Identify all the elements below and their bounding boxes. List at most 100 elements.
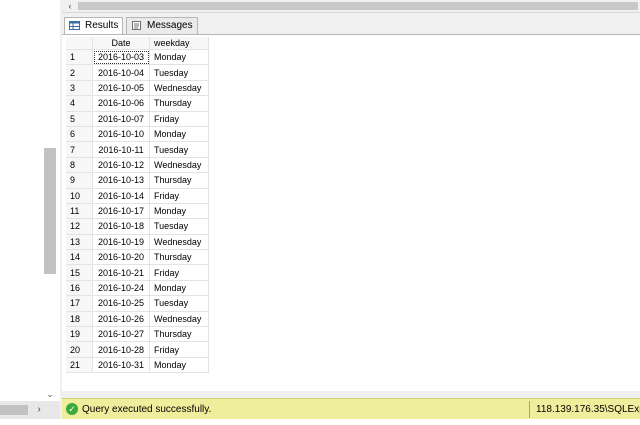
date-cell[interactable]: 2016-10-19 — [92, 234, 150, 251]
table-row[interactable]: 15 2016-10-21 Friday — [66, 264, 209, 281]
date-cell[interactable]: 2016-10-28 — [92, 341, 150, 358]
table-row[interactable]: 12 2016-10-18 Tuesday — [66, 218, 209, 235]
table-row[interactable]: 3 2016-10-05 Wednesday — [66, 80, 209, 97]
row-number[interactable]: 5 — [66, 111, 93, 127]
status-separator — [529, 401, 530, 418]
weekday-cell[interactable]: Monday — [149, 280, 209, 297]
date-cell[interactable]: 2016-10-20 — [92, 249, 150, 266]
weekday-cell[interactable]: Thursday — [149, 172, 209, 189]
row-number[interactable]: 16 — [66, 280, 93, 297]
scroll-left-arrow-icon[interactable]: ‹ — [64, 0, 76, 12]
row-number-header[interactable] — [66, 37, 93, 50]
row-number[interactable]: 18 — [66, 311, 93, 328]
date-cell[interactable]: 2016-10-26 — [92, 311, 150, 328]
table-row[interactable]: 10 2016-10-14 Friday — [66, 188, 209, 204]
weekday-cell[interactable]: Tuesday — [149, 218, 209, 235]
weekday-cell[interactable]: Wednesday — [149, 157, 209, 174]
table-row[interactable]: 11 2016-10-17 Monday — [66, 203, 209, 220]
tab-messages[interactable]: Messages — [126, 17, 198, 34]
date-cell[interactable]: 2016-10-14 — [92, 188, 150, 204]
table-row[interactable]: 6 2016-10-10 Monday — [66, 126, 209, 143]
date-cell[interactable]: 2016-10-17 — [92, 203, 150, 220]
row-number[interactable]: 4 — [66, 95, 93, 112]
weekday-cell[interactable]: Tuesday — [149, 295, 209, 312]
table-row[interactable]: 17 2016-10-25 Tuesday — [66, 295, 209, 312]
weekday-cell[interactable]: Thursday — [149, 249, 209, 266]
row-number[interactable]: 10 — [66, 188, 93, 204]
row-number[interactable]: 6 — [66, 126, 93, 143]
table-row[interactable]: 2 2016-10-04 Tuesday — [66, 64, 209, 81]
weekday-cell[interactable]: Wednesday — [149, 80, 209, 97]
row-number[interactable]: 1 — [66, 49, 93, 66]
tab-results[interactable]: Results — [64, 17, 124, 35]
table-row[interactable]: 16 2016-10-24 Monday — [66, 280, 209, 297]
date-cell[interactable]: 2016-10-06 — [92, 95, 150, 112]
table-row[interactable]: 18 2016-10-26 Wednesday — [66, 311, 209, 328]
weekday-cell[interactable]: Monday — [149, 49, 209, 66]
table-row[interactable]: 4 2016-10-06 Thursday — [66, 95, 209, 112]
row-number[interactable]: 20 — [66, 341, 93, 358]
date-cell[interactable]: 2016-10-13 — [92, 172, 150, 189]
tab-messages-label: Messages — [147, 20, 193, 31]
weekday-cell[interactable]: Wednesday — [149, 311, 209, 328]
column-header-weekday[interactable]: weekday — [149, 37, 209, 50]
row-number[interactable]: 15 — [66, 264, 93, 281]
table-row[interactable]: 1 2016-10-03 Monday — [66, 49, 209, 66]
vertical-scrollbar-thumb[interactable] — [44, 148, 56, 274]
date-cell[interactable]: 2016-10-11 — [92, 141, 150, 158]
date-cell[interactable]: 2016-10-18 — [92, 218, 150, 235]
row-number[interactable]: 3 — [66, 80, 93, 97]
weekday-cell[interactable]: Friday — [149, 264, 209, 281]
top-horizontal-scrollbar[interactable]: ‹ — [62, 0, 640, 13]
row-number[interactable]: 11 — [66, 203, 93, 220]
row-number[interactable]: 17 — [66, 295, 93, 312]
weekday-cell[interactable]: Friday — [149, 188, 209, 204]
table-row[interactable]: 13 2016-10-19 Wednesday — [66, 234, 209, 251]
date-cell[interactable]: 2016-10-04 — [92, 64, 150, 81]
row-number[interactable]: 9 — [66, 172, 93, 189]
row-number[interactable]: 12 — [66, 218, 93, 235]
scroll-down-arrow-icon[interactable]: ⌄ — [44, 388, 56, 400]
row-number[interactable]: 21 — [66, 357, 93, 374]
date-cell[interactable]: 2016-10-03 — [92, 49, 150, 66]
weekday-cell[interactable]: Thursday — [149, 326, 209, 343]
column-header-date[interactable]: Date — [92, 37, 150, 50]
check-circle-icon: ✓ — [66, 403, 78, 415]
table-row[interactable]: 5 2016-10-07 Friday — [66, 111, 209, 127]
date-cell[interactable]: 2016-10-07 — [92, 111, 150, 127]
date-cell[interactable]: 2016-10-27 — [92, 326, 150, 343]
row-number[interactable]: 13 — [66, 234, 93, 251]
horizontal-scrollbar-thumb[interactable] — [78, 2, 638, 10]
row-number[interactable]: 19 — [66, 326, 93, 343]
weekday-cell[interactable]: Wednesday — [149, 234, 209, 251]
scroll-right-arrow-icon[interactable]: › — [32, 403, 46, 417]
weekday-cell[interactable]: Monday — [149, 357, 209, 374]
weekday-cell[interactable]: Tuesday — [149, 141, 209, 158]
table-row[interactable]: 21 2016-10-31 Monday — [66, 357, 209, 374]
date-cell[interactable]: 2016-10-10 — [92, 126, 150, 143]
weekday-cell[interactable]: Friday — [149, 111, 209, 127]
horizontal-scrollbar-thumb[interactable] — [0, 405, 28, 415]
weekday-cell[interactable]: Thursday — [149, 95, 209, 112]
table-row[interactable]: 14 2016-10-20 Thursday — [66, 249, 209, 266]
row-number[interactable]: 2 — [66, 64, 93, 81]
date-cell[interactable]: 2016-10-24 — [92, 280, 150, 297]
table-row[interactable]: 7 2016-10-11 Tuesday — [66, 141, 209, 158]
row-number[interactable]: 7 — [66, 141, 93, 158]
weekday-cell[interactable]: Monday — [149, 126, 209, 143]
left-horizontal-scrollbar[interactable]: › — [0, 401, 60, 419]
weekday-cell[interactable]: Tuesday — [149, 64, 209, 81]
row-number[interactable]: 14 — [66, 249, 93, 266]
date-cell[interactable]: 2016-10-31 — [92, 357, 150, 374]
table-row[interactable]: 8 2016-10-12 Wednesday — [66, 157, 209, 174]
date-cell[interactable]: 2016-10-25 — [92, 295, 150, 312]
table-row[interactable]: 19 2016-10-27 Thursday — [66, 326, 209, 343]
date-cell[interactable]: 2016-10-12 — [92, 157, 150, 174]
date-cell[interactable]: 2016-10-05 — [92, 80, 150, 97]
table-row[interactable]: 20 2016-10-28 Friday — [66, 341, 209, 358]
weekday-cell[interactable]: Monday — [149, 203, 209, 220]
table-row[interactable]: 9 2016-10-13 Thursday — [66, 172, 209, 189]
row-number[interactable]: 8 — [66, 157, 93, 174]
weekday-cell[interactable]: Friday — [149, 341, 209, 358]
date-cell[interactable]: 2016-10-21 — [92, 264, 150, 281]
